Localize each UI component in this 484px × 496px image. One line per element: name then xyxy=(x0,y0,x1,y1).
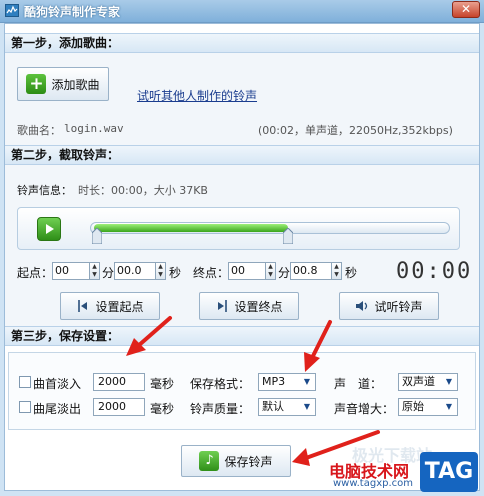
start-min-unit: 分 xyxy=(102,266,115,280)
play-button[interactable] xyxy=(37,217,61,241)
step1-heading: 第一步，添加歌曲： xyxy=(5,33,479,53)
preview-ringtone-label: 试听铃声 xyxy=(374,299,423,314)
set-start-button[interactable]: 设置起点 xyxy=(60,292,160,320)
close-button[interactable]: ✕ xyxy=(452,1,480,18)
watermark-url: www.tagxp.com xyxy=(333,478,413,489)
fade-out-unit: 毫秒 xyxy=(150,402,175,416)
save-ringtone-label: 保存铃声 xyxy=(224,454,273,469)
start-min-spinner[interactable]: ▲ ▼ xyxy=(90,262,100,280)
save-ringtone-button[interactable]: ♪ 保存铃声 xyxy=(181,445,291,477)
end-min-unit: 分 xyxy=(278,266,291,280)
start-min-input[interactable]: 00 xyxy=(52,262,90,280)
set-end-label: 设置终点 xyxy=(234,299,283,314)
chevron-down-icon: ▼ xyxy=(303,377,311,386)
ringtone-info-value: 时长：00:00，大小 37KB xyxy=(78,184,208,197)
format-label: 保存格式： xyxy=(190,377,251,391)
time-display: 00:00 xyxy=(396,259,473,284)
music-note-icon: ♪ xyxy=(199,451,220,471)
end-label: 终点： xyxy=(193,266,230,280)
fade-in-label: 曲首淡入 xyxy=(33,377,82,391)
play-icon xyxy=(46,224,54,234)
app-icon xyxy=(5,4,19,17)
end-handle[interactable] xyxy=(282,227,294,245)
watermark-tag-logo: TAG xyxy=(420,452,478,492)
song-info-value: (00:02，单声道，22050Hz,352kbps) xyxy=(258,124,453,137)
start-sec-input[interactable]: 00.0 xyxy=(114,262,156,280)
end-sec-input[interactable]: 00.8 xyxy=(290,262,332,280)
chevron-down-icon: ▼ xyxy=(445,402,453,411)
step2-heading: 第二步，截取铃声： xyxy=(5,145,479,165)
ringtone-info-label: 铃声信息： xyxy=(17,184,72,197)
add-song-button[interactable]: + 添加歌曲 xyxy=(17,67,109,101)
set-start-label: 设置起点 xyxy=(95,299,144,314)
preview-ringtone-button[interactable]: 试听铃声 xyxy=(339,292,439,320)
speaker-icon xyxy=(356,301,368,311)
end-min-spinner[interactable]: ▲ ▼ xyxy=(266,262,276,280)
song-name-value: login.wav xyxy=(64,122,124,135)
channel-select[interactable]: 双声道 ▼ xyxy=(398,373,458,391)
end-sec-unit: 秒 xyxy=(345,266,358,280)
fade-out-label: 曲尾淡出 xyxy=(33,402,82,416)
set-end-icon xyxy=(218,300,228,312)
chevron-down-icon: ▼ xyxy=(445,377,453,386)
set-start-icon xyxy=(78,300,88,312)
fade-out-checkbox[interactable] xyxy=(19,401,31,413)
window-title: 酷狗铃声制作专家 xyxy=(24,5,121,19)
format-select[interactable]: MP3 ▼ xyxy=(258,373,316,391)
fade-out-input[interactable]: 2000 xyxy=(93,398,145,416)
channel-label: 声 道： xyxy=(334,377,383,391)
chevron-down-icon: ▼ xyxy=(303,402,311,411)
preview-others-link[interactable]: 试听其他人制作的铃声 xyxy=(137,87,257,104)
start-handle[interactable] xyxy=(91,227,103,245)
step3-heading: 第三步，保存设置： xyxy=(5,326,479,346)
start-sec-spinner[interactable]: ▲ ▼ xyxy=(156,262,166,280)
channel-value: 双声道 xyxy=(402,375,435,388)
plus-icon: + xyxy=(26,74,47,94)
start-sec-unit: 秒 xyxy=(169,266,182,280)
fade-in-unit: 毫秒 xyxy=(150,377,175,391)
quality-label: 铃声质量： xyxy=(190,402,251,416)
end-sec-spinner[interactable]: ▲ ▼ xyxy=(332,262,342,280)
song-name-label: 歌曲名： xyxy=(17,124,61,137)
volume-label: 声音增大： xyxy=(334,402,395,416)
quality-value: 默认 xyxy=(262,400,284,413)
fade-in-input[interactable]: 2000 xyxy=(93,373,145,391)
volume-select[interactable]: 原始 ▼ xyxy=(398,398,458,416)
volume-value: 原始 xyxy=(402,400,424,413)
quality-select[interactable]: 默认 ▼ xyxy=(258,398,316,416)
fade-in-checkbox[interactable] xyxy=(19,376,31,388)
format-value: MP3 xyxy=(262,375,286,388)
set-end-button[interactable]: 设置终点 xyxy=(199,292,299,320)
progress-fill xyxy=(94,224,288,232)
add-song-label: 添加歌曲 xyxy=(51,77,100,92)
end-min-input[interactable]: 00 xyxy=(228,262,266,280)
start-label: 起点： xyxy=(17,266,54,280)
